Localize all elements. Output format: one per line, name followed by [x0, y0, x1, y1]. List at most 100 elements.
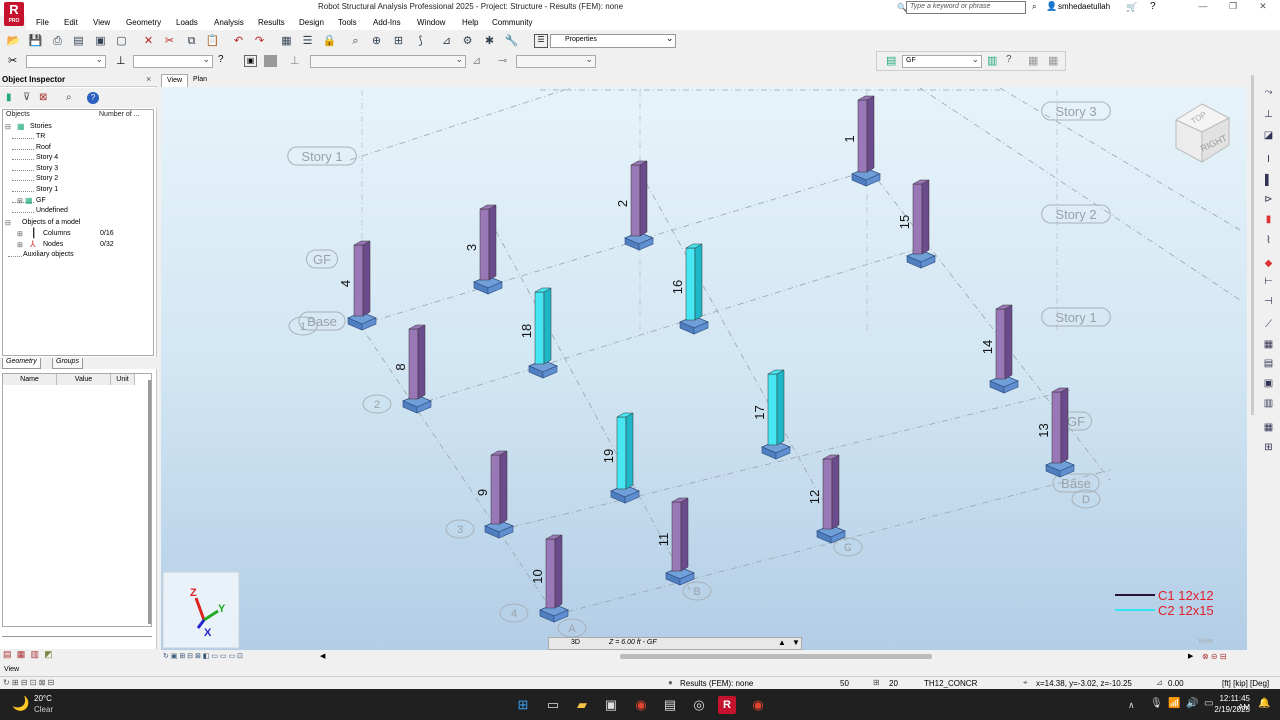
close-icon[interactable]: ×: [146, 74, 151, 84]
column-shaft[interactable]: [671, 501, 682, 572]
column-18[interactable]: 18: [519, 287, 559, 379]
layer-icon[interactable]: ◩: [44, 649, 53, 659]
support-icon[interactable]: ⊥: [290, 54, 300, 67]
structure-viewport[interactable]: Story 3 Story 2 Story 1 GF Base Story 1 GF Base…: [161, 87, 1247, 650]
story-manager-icon[interactable]: ▥: [987, 54, 997, 67]
tab-plan[interactable]: Plan: [188, 74, 212, 87]
notification-bell-icon[interactable]: 🔔: [1258, 698, 1270, 709]
column-16[interactable]: 16: [670, 243, 710, 335]
nodes-count[interactable]: 0/32: [100, 241, 114, 248]
display-icon[interactable]: ▣: [244, 55, 257, 67]
screen-capture-icon[interactable]: ▣: [93, 34, 108, 48]
tree-node-story[interactable]: Story 1: [36, 186, 58, 193]
preview-icon[interactable]: ▢: [114, 34, 129, 48]
close-button[interactable]: ✕: [1250, 1, 1276, 14]
release-icon[interactable]: ⊿: [472, 54, 481, 67]
scroll-left-icon[interactable]: ◀: [320, 652, 325, 660]
tree-node-objects-model[interactable]: Objects of a model: [22, 219, 80, 226]
columns-count[interactable]: 0/16: [100, 230, 114, 237]
menu-addins[interactable]: Add-Ins: [373, 18, 401, 27]
print-preview-icon[interactable]: ▤: [71, 34, 86, 48]
scroll-right-icon[interactable]: ▶: [1188, 652, 1193, 660]
mesh-icon[interactable]: ▦: [1262, 339, 1275, 351]
properties-icon[interactable]: ☰: [534, 34, 548, 48]
measure-icon[interactable]: ⊿: [439, 34, 454, 48]
section-icon[interactable]: ⊥: [116, 54, 126, 67]
story-icon[interactable]: ▤: [886, 54, 896, 67]
story-up-icon[interactable]: ▦: [1028, 54, 1038, 67]
column-9[interactable]: 9: [475, 450, 515, 539]
menu-community[interactable]: Community: [492, 18, 532, 27]
table-icon[interactable]: ▦: [279, 34, 294, 48]
bar-icon[interactable]: ⟋: [1262, 319, 1275, 331]
gray-block-icon[interactable]: [264, 55, 277, 67]
menu-design[interactable]: Design: [299, 18, 324, 27]
clock-date[interactable]: 2/19/2025: [1206, 705, 1250, 714]
volume-icon[interactable]: 🔊: [1186, 698, 1198, 709]
disabled-dropdown-2[interactable]: [516, 54, 596, 68]
tree-icon[interactable]: ▮: [6, 92, 12, 103]
column-shaft[interactable]: [685, 247, 696, 321]
release-icon[interactable]: ⊳: [1262, 194, 1275, 206]
tree-node-story[interactable]: Roof: [36, 144, 51, 151]
calc-icon[interactable]: ✱: [482, 34, 497, 48]
redo-icon[interactable]: ↷: [252, 34, 267, 48]
open-icon[interactable]: 📂: [6, 34, 21, 48]
column-shaft[interactable]: [630, 164, 641, 237]
report-icon[interactable]: ⊞: [1262, 442, 1275, 454]
split-view-icons[interactable]: ⊗ ⊝ ⊟: [1202, 652, 1227, 661]
tree-node-story[interactable]: GF: [36, 197, 46, 204]
file-explorer-icon[interactable]: ▰: [571, 694, 593, 716]
table-view-icon[interactable]: ▦: [1262, 422, 1275, 434]
print-icon[interactable]: ⎙: [50, 34, 65, 48]
cart-icon[interactable]: 🛒: [1126, 2, 1137, 13]
status-tool-icons[interactable]: ↻ ⊞ ⊟ ⊡ ⊠ ⊟: [3, 678, 54, 687]
user-name[interactable]: smhedaetullah: [1058, 2, 1110, 11]
binoculars-icon[interactable]: ⌕: [1032, 2, 1036, 12]
column-shaft[interactable]: [995, 308, 1006, 380]
load-case-icon[interactable]: ▣: [1262, 378, 1275, 390]
units-status[interactable]: [ft] [kip] [Deg]: [1222, 679, 1269, 688]
column-shaft[interactable]: [912, 183, 923, 255]
query-icon[interactable]: ?: [218, 54, 224, 65]
sheet-icon[interactable]: ▤: [3, 649, 12, 659]
menu-results[interactable]: Results: [258, 18, 285, 27]
app-logo-icon[interactable]: R PRO: [4, 2, 24, 26]
snap-icon[interactable]: ✂: [8, 54, 17, 67]
story-down-icon[interactable]: ▦: [1048, 54, 1058, 67]
column-shaft[interactable]: [1051, 391, 1062, 464]
display-toggle-icons[interactable]: ↻ ▣ ⊞ ⊟ ⊠ ◧ ▭ ▭ ▭ ⊡: [163, 652, 313, 662]
column-shaft[interactable]: [616, 416, 627, 490]
support-icon[interactable]: ⊥: [1262, 109, 1275, 121]
user-icon[interactable]: 👤: [1046, 1, 1057, 12]
search-input[interactable]: Type a keyword or phrase: [906, 1, 1026, 14]
tab-view[interactable]: View: [161, 74, 189, 87]
column-shaft[interactable]: [490, 454, 501, 525]
model-icon[interactable]: ⟆: [413, 34, 428, 48]
tools-icon[interactable]: 🔧: [504, 34, 519, 48]
app-icon[interactable]: ▤: [659, 694, 681, 716]
column-shaft[interactable]: [353, 244, 364, 317]
column-shaft[interactable]: [545, 538, 556, 609]
lock-icon[interactable]: 🔒: [322, 34, 337, 48]
column-14[interactable]: 14: [980, 304, 1020, 394]
column-shaft[interactable]: [857, 99, 868, 173]
column-shaft[interactable]: [822, 458, 833, 530]
section-icon[interactable]: I: [1262, 154, 1275, 166]
help-icon[interactable]: ?: [87, 92, 99, 104]
maximize-button[interactable]: ❐: [1220, 1, 1246, 14]
zoom-window-icon[interactable]: ⊕: [369, 34, 384, 48]
column-19[interactable]: 19: [601, 412, 641, 504]
start-icon[interactable]: ⊞: [512, 694, 534, 716]
filter-icon[interactable]: ⊽: [23, 92, 30, 103]
tree-node-story[interactable]: Undefined: [36, 207, 68, 214]
settings-icon[interactable]: ⚙: [460, 34, 475, 48]
weather-temp[interactable]: 20°C: [34, 694, 52, 703]
robot-taskbar-icon[interactable]: R: [718, 696, 736, 714]
menu-tools[interactable]: Tools: [338, 18, 357, 27]
combination-icon[interactable]: ▥: [1262, 398, 1275, 410]
undo-icon[interactable]: ↶: [231, 34, 246, 48]
column-13[interactable]: 13: [1036, 387, 1076, 478]
menu-window[interactable]: Window: [417, 18, 445, 27]
zoom-icon[interactable]: ⌕: [348, 34, 363, 48]
